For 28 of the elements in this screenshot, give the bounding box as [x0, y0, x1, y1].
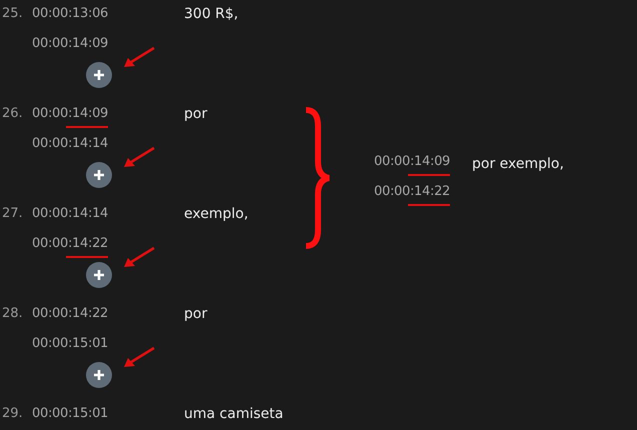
plus-icon — [93, 269, 105, 281]
cue-number: 27. — [2, 205, 24, 223]
timecode[interactable]: 00:00:14:22 — [32, 300, 108, 330]
cue-number: 28. — [2, 305, 24, 323]
subtitle-text[interactable]: 300 R$, — [184, 0, 388, 30]
subtitle-text[interactable]: por — [184, 300, 388, 330]
timecode[interactable]: 00:00:14:09 — [32, 30, 108, 60]
cue-number: 26. — [2, 105, 24, 123]
add-button[interactable] — [86, 362, 112, 388]
timecode[interactable]: 00:00:14:22 — [32, 230, 108, 260]
subtitle-text[interactable]: uma camiseta — [184, 400, 388, 430]
add-button[interactable] — [86, 162, 112, 188]
timecode[interactable]: 00:00:14:09 — [374, 148, 450, 178]
timecode[interactable]: 00:00:13:06 — [32, 0, 108, 30]
subtitle-text[interactable]: por — [184, 100, 388, 130]
add-button[interactable] — [86, 262, 112, 288]
timecode[interactable]: 00:00:14:09 — [32, 100, 108, 130]
plus-icon — [93, 169, 105, 181]
timecode[interactable]: 00:00:15:01 — [32, 400, 108, 430]
plus-icon — [93, 369, 105, 381]
timecode[interactable]: 00:00:15:01 — [32, 330, 108, 360]
cue-number: 25. — [2, 5, 24, 23]
timecode[interactable]: 00:00:14:14 — [32, 130, 108, 160]
cue-number: 29. — [2, 405, 24, 423]
plus-icon — [93, 69, 105, 81]
subtitle-text: por exemplo, — [472, 156, 564, 172]
timecode[interactable]: 00:00:14:14 — [32, 200, 108, 230]
add-button[interactable] — [86, 62, 112, 88]
